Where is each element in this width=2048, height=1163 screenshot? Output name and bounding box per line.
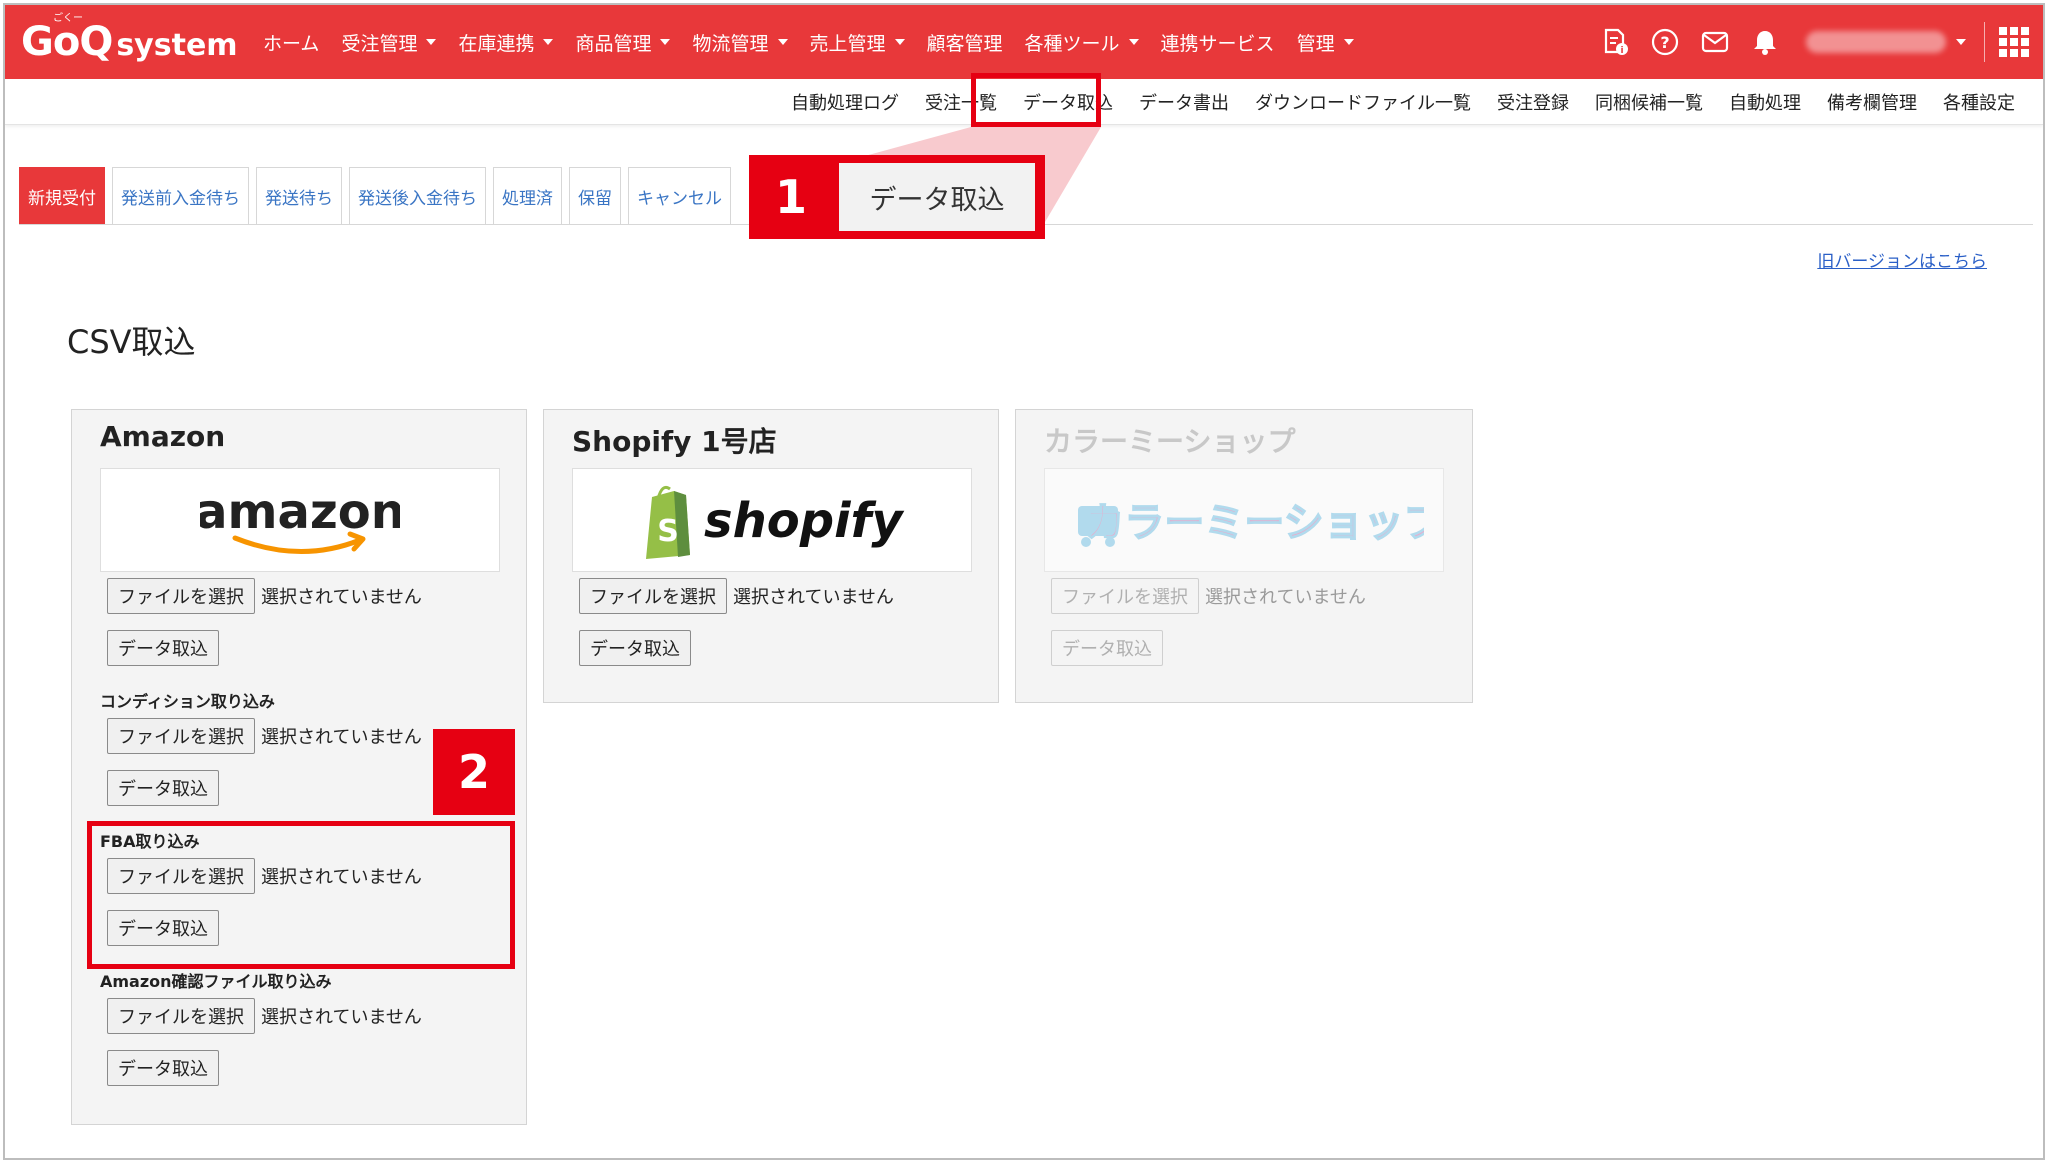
condition-import-label: コンディション取り込み	[100, 692, 275, 711]
callout-1-label: データ取込	[839, 163, 1035, 231]
amazon-file-status: 選択されていません	[261, 587, 422, 608]
page-title: CSV取込	[67, 323, 196, 361]
colorme-import-card: カラーミーショップ カラーミーショップ ファイルを選択 選択されていません デー…	[1015, 409, 1473, 703]
old-version-link[interactable]: 旧バージョンはこちら	[1817, 247, 1987, 272]
amazon-confirm-import-label: Amazon確認ファイル取り込み	[100, 972, 332, 991]
shopify-card-title: Shopify 1号店	[572, 425, 777, 458]
callout-1-number: 1	[774, 170, 807, 224]
shopify-import-row: データ取込	[579, 630, 691, 666]
colorme-card-title: カラーミーショップ	[1044, 425, 1296, 458]
callout-2-number: 2	[433, 729, 515, 815]
condition-file-status: 選択されていません	[261, 727, 422, 748]
amazon-confirm-file-select-button[interactable]: ファイルを選択	[107, 998, 255, 1034]
shopify-file-status: 選択されていません	[733, 587, 894, 608]
amazon-confirm-file-row: ファイルを選択 選択されていません	[107, 998, 422, 1034]
amazon-logo-text: amazon	[200, 484, 400, 540]
condition-import-row: データ取込	[107, 770, 219, 806]
colorme-file-status: 選択されていません	[1205, 587, 1366, 608]
amazon-file-select-button[interactable]: ファイルを選択	[107, 578, 255, 614]
shopify-logo-text: shopify	[704, 493, 904, 549]
amazon-import-button[interactable]: データ取込	[107, 630, 219, 666]
shopify-import-card: Shopify 1号店 S shopify ファイルを選択 選択されていません …	[543, 409, 999, 703]
shopify-import-button[interactable]: データ取込	[579, 630, 691, 666]
amazon-logo: amazon	[100, 468, 500, 572]
amazon-confirm-import-row: データ取込	[107, 1050, 219, 1086]
amazon-card-title: Amazon	[100, 420, 226, 453]
amazon-confirm-import-button[interactable]: データ取込	[107, 1050, 219, 1086]
colorme-import-button: データ取込	[1051, 630, 1163, 666]
colorme-import-row: データ取込	[1051, 630, 1163, 666]
condition-file-select-button[interactable]: ファイルを選択	[107, 718, 255, 754]
colorme-file-row: ファイルを選択 選択されていません	[1051, 578, 1366, 614]
colorme-logo-text: カラーミーショップ	[1084, 500, 1424, 546]
app-window: ごくー GoQ system ホーム 受注管理 在庫連携 商品管理 物流管理 売…	[3, 3, 2045, 1160]
shopify-file-select-button[interactable]: ファイルを選択	[579, 578, 727, 614]
condition-import-button[interactable]: データ取込	[107, 770, 219, 806]
colorme-file-select-button: ファイルを選択	[1051, 578, 1199, 614]
colorme-logo: カラーミーショップ	[1044, 468, 1444, 572]
callout-1: 1 データ取込	[749, 155, 1045, 239]
condition-file-row: ファイルを選択 選択されていません	[107, 718, 422, 754]
shopify-file-row: ファイルを選択 選択されていません	[579, 578, 894, 614]
amazon-file-row: ファイルを選択 選択されていません	[107, 578, 422, 614]
svg-text:S: S	[657, 514, 679, 549]
amazon-import-row: データ取込	[107, 630, 219, 666]
amazon-confirm-file-status: 選択されていません	[261, 1007, 422, 1028]
shopify-logo: S shopify	[572, 468, 972, 572]
callout-2-frame	[87, 821, 515, 969]
